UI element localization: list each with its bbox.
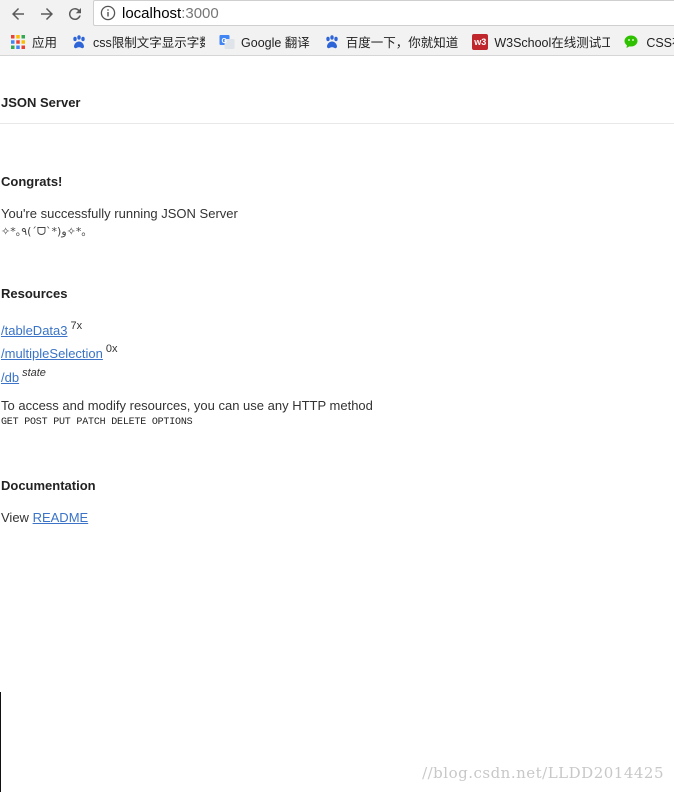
- bookmark-label: W3School在线测试工具: [494, 36, 610, 50]
- congrats-text: You're successfully running JSON Server: [1, 206, 238, 221]
- resource-item: /multipleSelection 0x: [1, 343, 118, 361]
- bookmark-label: css限制文字显示字数: [93, 36, 206, 50]
- documentation-line: View README: [1, 510, 88, 525]
- view-text: View: [1, 510, 29, 525]
- forward-button[interactable]: [36, 3, 58, 25]
- reload-icon: [68, 8, 81, 21]
- left-border-line: [0, 692, 1, 792]
- paw-icon: [326, 34, 338, 48]
- w3-icon: w3: [472, 33, 489, 50]
- paw-icon: [73, 34, 85, 48]
- watermark: //blog.csdn.net/LLDD2014425: [422, 764, 664, 782]
- page-title: JSON Server: [1, 95, 81, 110]
- resource-link-tabledata3[interactable]: /tableData3: [1, 323, 68, 338]
- resource-badge: state: [22, 367, 46, 379]
- url-port: :3000: [181, 4, 219, 22]
- resource-count: 0x: [105, 343, 118, 355]
- resource-item: /db state: [1, 367, 46, 385]
- readme-link[interactable]: README: [33, 510, 89, 525]
- bookmark-google-translate[interactable]: G Google 翻译: [219, 32, 310, 51]
- address-bar[interactable]: localhost:3000: [93, 0, 674, 26]
- svg-text:G: G: [222, 38, 228, 45]
- bookmarks-bar: 应用 css限制文字显示字数 G Google 翻译 百度一下，你就知道 w3 …: [0, 28, 674, 56]
- resource-link-multipleselection[interactable]: /multipleSelection: [1, 346, 103, 361]
- page-content: JSON Server Congrats! You're successfull…: [0, 56, 674, 792]
- bookmark-apps[interactable]: 应用: [10, 32, 57, 51]
- congrats-heading: Congrats!: [1, 174, 63, 189]
- bookmark-css-layout[interactable]: CSS布: [624, 32, 674, 51]
- reload-button[interactable]: [64, 3, 86, 25]
- info-icon[interactable]: [100, 5, 116, 21]
- bookmark-w3school[interactable]: w3 W3School在线测试工具: [472, 32, 610, 51]
- emoticon-text: ✧*｡٩(ˊᗜˋ*)و✧*｡: [1, 225, 87, 238]
- http-methods: GET POST PUT PATCH DELETE OPTIONS: [1, 417, 193, 428]
- arrow-left-icon: [12, 8, 24, 20]
- documentation-heading: Documentation: [1, 478, 96, 493]
- bookmark-label: 百度一下，你就知道: [345, 36, 459, 50]
- resources-heading: Resources: [1, 286, 68, 301]
- resource-link-db[interactable]: /db: [1, 370, 19, 385]
- arrow-right-icon: [41, 8, 53, 20]
- google-translate-icon: G: [219, 34, 235, 49]
- back-button[interactable]: [7, 3, 29, 25]
- resource-count: 7x: [70, 320, 83, 332]
- bookmark-baidu[interactable]: 百度一下，你就知道: [324, 32, 459, 51]
- page-header: JSON Server: [0, 56, 674, 124]
- resource-item: /tableData3 7x: [1, 320, 83, 338]
- access-text: To access and modify resources, you can …: [1, 398, 373, 413]
- bookmark-label: CSS布: [646, 36, 674, 50]
- browser-toolbar: localhost:3000: [0, 0, 674, 28]
- url-host: localhost: [122, 4, 182, 22]
- bookmark-label: Google 翻译: [241, 36, 310, 50]
- wechat-icon: [624, 35, 638, 48]
- bookmark-label: 应用: [32, 36, 58, 50]
- bookmark-css-limit[interactable]: css限制文字显示字数: [71, 32, 205, 51]
- apps-grid-icon: [11, 34, 25, 49]
